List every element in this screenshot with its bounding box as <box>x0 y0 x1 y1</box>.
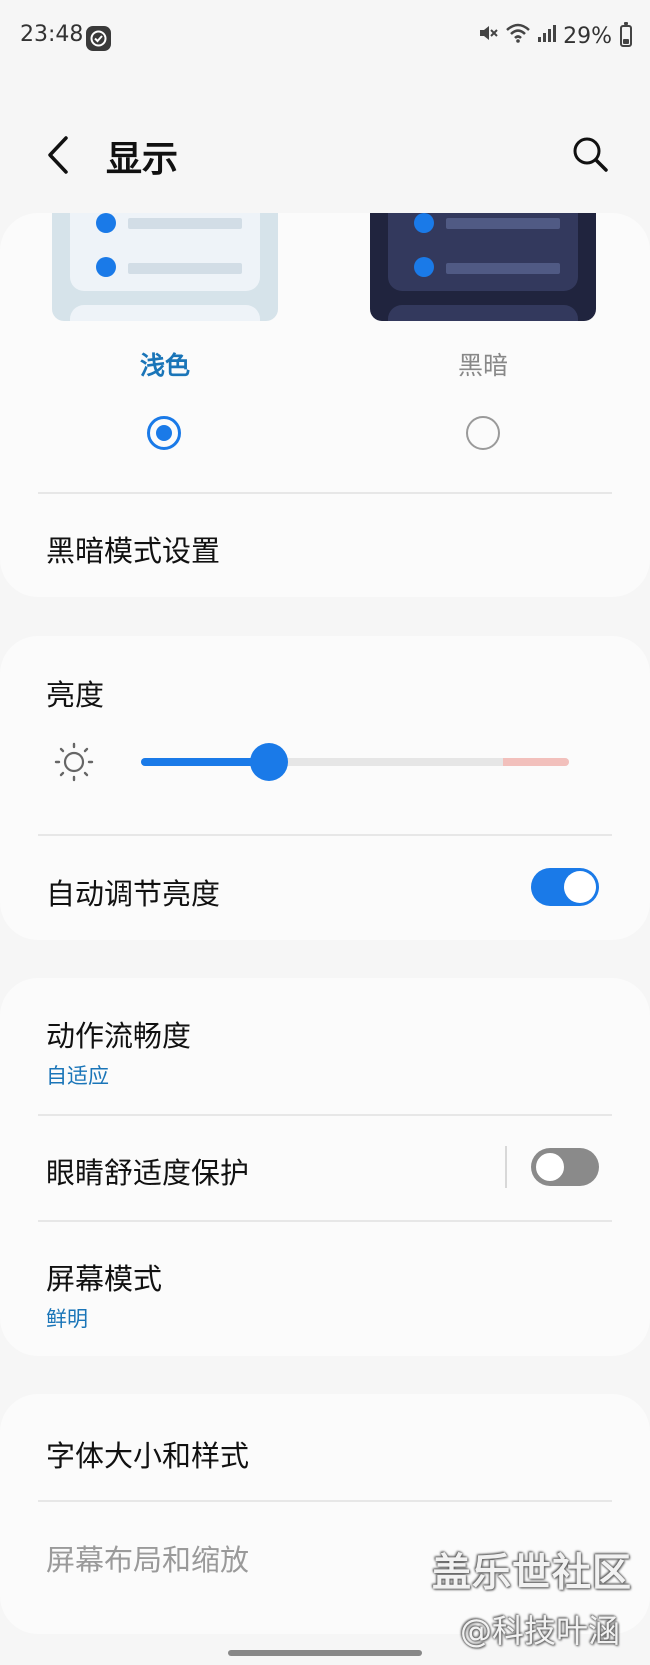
auto-brightness-toggle[interactable] <box>531 868 599 906</box>
mute-icon <box>477 22 499 50</box>
dark-theme-label[interactable]: 黑暗 <box>458 346 508 382</box>
eye-comfort-toggle[interactable] <box>531 1148 599 1186</box>
screen-mode-value: 鲜明 <box>46 1307 88 1331</box>
wifi-icon <box>505 22 531 50</box>
font-layout-card <box>0 1394 650 1634</box>
divider <box>38 492 612 494</box>
home-indicator[interactable] <box>228 1650 422 1656</box>
watermark-author: @科技叶涵 <box>460 1612 621 1650</box>
auto-brightness-label[interactable]: 自动调节亮度 <box>46 871 220 913</box>
notification-app-icon <box>86 26 111 51</box>
divider <box>38 1500 612 1502</box>
light-theme-radio[interactable] <box>147 416 181 450</box>
font-size-style-item[interactable]: 字体大小和样式 <box>46 1433 249 1475</box>
divider <box>38 1114 612 1116</box>
eye-comfort-label[interactable]: 眼睛舒适度保护 <box>46 1150 249 1192</box>
brightness-title: 亮度 <box>46 678 105 712</box>
screen-layout-zoom-item[interactable]: 屏幕布局和缩放 <box>46 1537 249 1579</box>
battery-icon <box>620 22 632 47</box>
signal-icon <box>537 23 557 49</box>
dark-mode-settings-item[interactable]: 黑暗模式设置 <box>46 528 220 570</box>
motion-smoothness-value: 自适应 <box>46 1064 109 1088</box>
dark-theme-radio[interactable] <box>466 416 500 450</box>
light-theme-preview[interactable] <box>52 213 278 321</box>
divider <box>38 1220 612 1222</box>
battery-percent: 29% <box>563 23 612 49</box>
dark-theme-preview[interactable] <box>370 213 596 321</box>
vertical-separator <box>505 1146 507 1188</box>
sun-icon <box>54 742 94 782</box>
brightness-slider[interactable] <box>141 758 569 766</box>
status-time: 23:48 <box>20 22 84 47</box>
search-icon <box>573 137 608 172</box>
light-theme-label[interactable]: 浅色 <box>140 346 190 382</box>
watermark-title: 盖乐世社区 <box>432 1551 633 1596</box>
chevron-left-icon <box>48 136 68 174</box>
page-title: 显示 <box>106 139 179 180</box>
brightness-high-zone <box>503 758 569 766</box>
status-icons: 29% <box>477 22 632 50</box>
divider <box>38 834 612 836</box>
motion-smoothness-item[interactable]: 动作流畅度 <box>46 1013 191 1055</box>
screen-mode-item[interactable]: 屏幕模式 <box>46 1256 162 1298</box>
back-button[interactable] <box>40 130 80 180</box>
search-button[interactable] <box>568 132 612 176</box>
